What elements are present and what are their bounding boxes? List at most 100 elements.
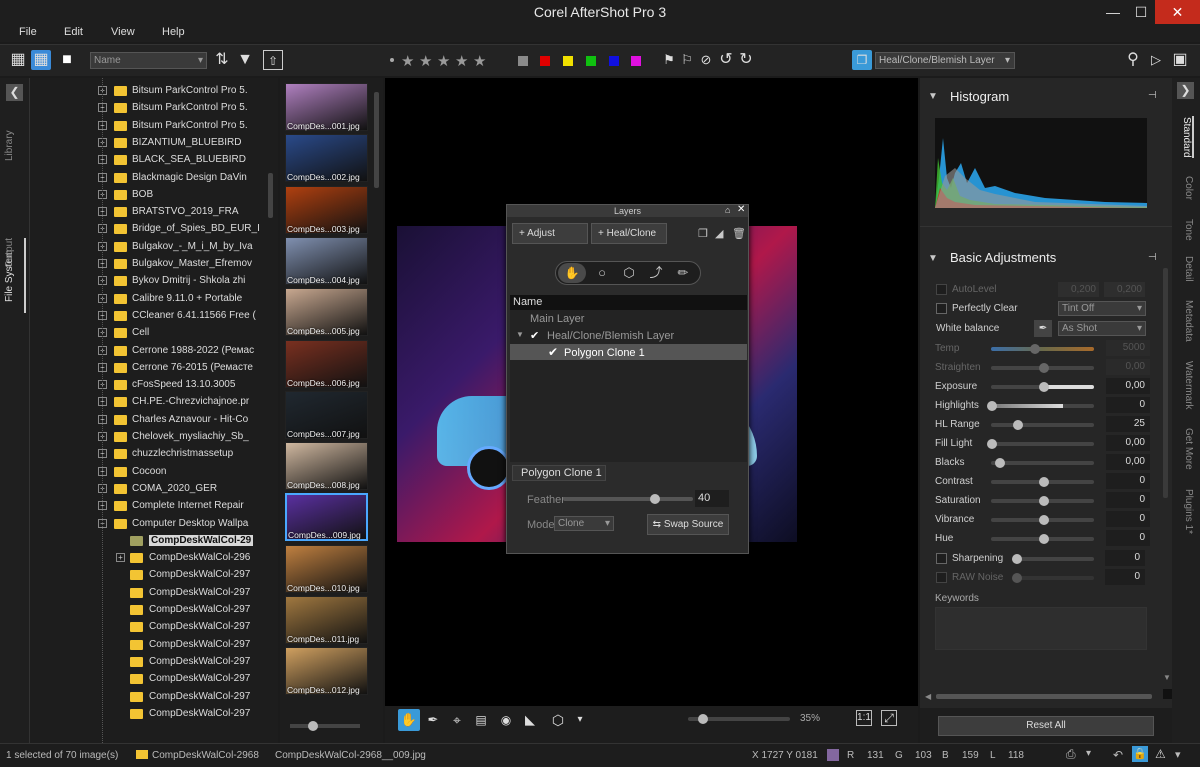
sort-direction-icon[interactable]: ⇅: [212, 50, 232, 70]
thumbnail[interactable]: CompDes...010.jpg: [285, 544, 368, 593]
hand-tool-icon[interactable]: ✋: [558, 263, 586, 283]
right-tab[interactable]: Plugins 1*: [1176, 486, 1194, 538]
sharpening-checkbox[interactable]: [936, 553, 947, 564]
tree-item[interactable]: + Charles Aznavour - Hit-Co: [30, 412, 278, 429]
add-adjust-button[interactable]: + Adjust: [512, 223, 588, 244]
thumbnail[interactable]: CompDes...011.jpg: [285, 596, 368, 644]
straighten-icon[interactable]: ▤: [471, 710, 491, 730]
tree-item[interactable]: + chuzzlechristmassetup: [30, 446, 278, 463]
adjustment-knob[interactable]: [987, 401, 997, 411]
adjustment-value[interactable]: 0,00: [1106, 454, 1150, 470]
rotate-left-icon[interactable]: ↺: [716, 50, 736, 70]
tree-item[interactable]: + CH.PE.-Chrezvichajnoe.pr: [30, 394, 278, 411]
tree-item[interactable]: + CompDeskWalCol-296: [30, 550, 278, 567]
trash-icon[interactable]: 🗑: [732, 227, 746, 240]
tree-item[interactable]: + BRATSTVO_2019_FRA: [30, 204, 278, 221]
actual-size-icon[interactable]: 1:1: [856, 710, 872, 726]
flag-icon[interactable]: ⚑: [659, 50, 679, 70]
perfectly-clear-checkbox[interactable]: [936, 303, 947, 314]
mask-icon[interactable]: ◢: [715, 227, 723, 240]
adjustment-value[interactable]: 5000: [1106, 340, 1150, 356]
rating-clear-dot[interactable]: [390, 58, 394, 62]
feather-knob[interactable]: [650, 494, 660, 504]
adjustment-value[interactable]: 0: [1106, 492, 1150, 508]
tree-item[interactable]: + BIZANTIUM_BLUEBIRD: [30, 135, 278, 152]
adjustment-value[interactable]: 0,00: [1106, 435, 1150, 451]
menu-help[interactable]: Help: [162, 26, 185, 38]
panel-scrollbar-thumb[interactable]: [1163, 268, 1168, 498]
color-label-swatch[interactable]: [518, 56, 528, 66]
adjustment-track[interactable]: [991, 461, 1094, 465]
adjustment-knob[interactable]: [987, 439, 997, 449]
chevron-down-icon[interactable]: ▾: [570, 710, 590, 730]
tree-item[interactable]: + Cerrone 76-2015 (Ремасте: [30, 360, 278, 377]
adjustment-value[interactable]: 0: [1106, 530, 1150, 546]
tree-item[interactable]: + BLACK_SEA_BLUEBIRD: [30, 152, 278, 169]
tree-item[interactable]: + Cocoon: [30, 464, 278, 481]
tree-item[interactable]: CompDeskWalCol-297: [30, 567, 278, 584]
tree-item[interactable]: + Blackmagic Design DaVin: [30, 170, 278, 187]
adjustment-value[interactable]: 0,00: [1106, 359, 1150, 375]
thumbnail-view-icon[interactable]: ▦: [31, 50, 51, 70]
star-icon-2[interactable]: ★: [419, 52, 432, 70]
home-icon[interactable]: ⌂: [725, 205, 730, 215]
autolevel-value-2[interactable]: 0,200: [1104, 282, 1145, 297]
tree-item[interactable]: CompDeskWalCol-297: [30, 637, 278, 654]
pin-icon[interactable]: ⊣: [1148, 90, 1157, 101]
white-balance-select[interactable]: As Shot ▾: [1058, 321, 1146, 336]
tree-item[interactable]: + Bitsum ParkControl Pro 5.: [30, 83, 278, 100]
pin-icon[interactable]: ⊣: [1148, 252, 1157, 263]
tree-item[interactable]: CompDeskWalCol-297: [30, 671, 278, 688]
rotate-right-icon[interactable]: ↻: [736, 50, 756, 70]
adjustment-value[interactable]: 0: [1106, 397, 1150, 413]
layer-row-heal[interactable]: Heal/Clone/Blemish Layer: [547, 330, 674, 342]
tree-item[interactable]: + Bitsum ParkControl Pro 5.: [30, 100, 278, 117]
filter-icon[interactable]: ▼: [235, 50, 255, 70]
thumbnail[interactable]: CompDes...001.jpg: [285, 83, 368, 131]
grid-view-icon[interactable]: ▦: [8, 50, 28, 70]
collapse-right-icon[interactable]: ❯: [1177, 82, 1194, 99]
collapse-left-icon[interactable]: ❮: [6, 84, 23, 101]
tab-library[interactable]: Library: [4, 114, 26, 178]
add-heal-clone-button[interactable]: + Heal/Clone: [591, 223, 667, 244]
right-tab[interactable]: Detail: [1176, 255, 1194, 283]
warning-icon[interactable]: ⚠: [1155, 747, 1166, 761]
expand-arrow-icon[interactable]: ▼: [516, 330, 524, 339]
right-tab[interactable]: Get More: [1176, 425, 1194, 473]
adjustment-knob[interactable]: [1038, 363, 1049, 373]
close-icon[interactable]: ✕: [737, 204, 745, 215]
star-icon-4[interactable]: ★: [455, 52, 468, 70]
tree-item[interactable]: + Chelovek_mysliachiy_Sb_: [30, 429, 278, 446]
tree-item[interactable]: CompDeskWalCol-297: [30, 585, 278, 602]
adjustment-value[interactable]: 0: [1106, 511, 1150, 527]
adjustment-track[interactable]: [991, 347, 1094, 351]
tree-item[interactable]: + Calibre 9.11.0 + Portable: [30, 291, 278, 308]
tree-item[interactable]: CompDeskWalCol-297: [30, 654, 278, 671]
tree-item[interactable]: + CCleaner 6.41.11566 Free (: [30, 308, 278, 325]
layer-row-polygon[interactable]: Polygon Clone 1: [564, 347, 645, 359]
layer-row-main[interactable]: Main Layer: [530, 313, 584, 325]
sort-select[interactable]: Name ▾: [90, 52, 207, 69]
polygon-icon[interactable]: ⬡: [548, 710, 568, 730]
adjustment-knob[interactable]: [1038, 534, 1049, 544]
feather-track[interactable]: [563, 497, 693, 501]
close-button[interactable]: ✕: [1155, 0, 1200, 24]
adjustment-knob[interactable]: [1038, 382, 1049, 392]
collapse-arrow-icon[interactable]: ▼: [928, 91, 938, 102]
adjustment-track[interactable]: [991, 442, 1094, 446]
eyedropper-icon[interactable]: ✒: [423, 710, 443, 730]
export-icon[interactable]: ⇧: [263, 50, 283, 70]
layer-icon[interactable]: ❐: [852, 50, 872, 70]
color-label-swatch[interactable]: [631, 56, 641, 66]
adjustment-knob[interactable]: [1012, 420, 1023, 430]
tree-item[interactable]: CompDeskWalCol-29: [30, 533, 278, 550]
thumbnail[interactable]: CompDes...009.jpg: [285, 493, 368, 542]
tree-item[interactable]: + Cell: [30, 325, 278, 342]
tree-item[interactable]: − Computer Desktop Wallpa: [30, 516, 278, 533]
autolevel-value-1[interactable]: 0,200: [1058, 282, 1099, 297]
minimize-button[interactable]: —: [1098, 0, 1128, 24]
adjustment-knob[interactable]: [1038, 515, 1049, 525]
sharpening-value[interactable]: 0: [1105, 550, 1145, 566]
tree-item[interactable]: CompDeskWalCol-297: [30, 689, 278, 706]
search-icon[interactable]: ⚲: [1123, 50, 1143, 70]
